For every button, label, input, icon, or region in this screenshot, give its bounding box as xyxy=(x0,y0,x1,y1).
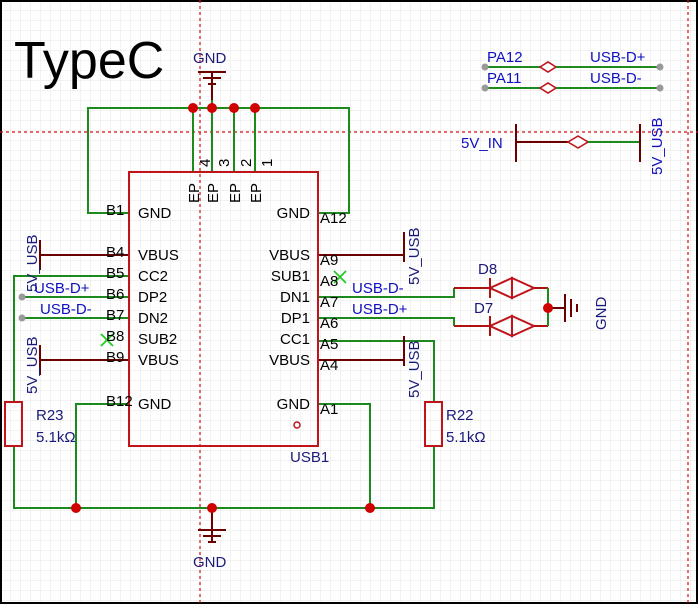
ep-pin-name-2: EP xyxy=(227,183,244,203)
pin-num-b5: B5 xyxy=(106,265,124,282)
ep-pin-name-3: EP xyxy=(205,183,222,203)
r22-designator: R22 xyxy=(446,407,474,424)
pin-num-a4: A4 xyxy=(320,357,338,374)
pin-num-b4: B4 xyxy=(106,244,124,261)
net-label-usb-dn-top: USB-D- xyxy=(590,70,642,87)
pin-num-b1: B1 xyxy=(106,202,124,219)
net-label-5v-usb-top: 5V_USB xyxy=(649,117,666,175)
pin-name-b5: CC2 xyxy=(138,268,168,285)
pin-num-a9: A9 xyxy=(320,252,338,269)
pin-num-b6: B6 xyxy=(106,286,124,303)
pin-name-b6: DP2 xyxy=(138,289,167,306)
pin-num-a12: A12 xyxy=(320,210,347,227)
ep-pin-num-1: 1 xyxy=(259,159,276,167)
pin-name-a7: DN1 xyxy=(280,289,310,306)
pin-name-b8: SUB2 xyxy=(138,331,177,348)
net-label-vbus-right-bottom: 5V_USB xyxy=(406,340,423,398)
pin-num-a6: A6 xyxy=(320,315,338,332)
pin-name-a9: VBUS xyxy=(269,247,310,264)
net-label-pa11: PA11 xyxy=(487,70,521,87)
r23-value: 5.1kΩ xyxy=(36,429,76,446)
pin-name-b7: DN2 xyxy=(138,310,168,327)
pin-name-a1: GND xyxy=(277,396,311,413)
pin-num-b7: B7 xyxy=(106,307,124,324)
net-label-usb-dp-top: USB-D+ xyxy=(590,49,646,66)
pin-num-b8: B8 xyxy=(106,328,124,345)
net-label-5v-in: 5V_IN xyxy=(461,135,503,152)
net-label-pa12: PA12 xyxy=(487,49,523,66)
schematic-svg[interactable]: TypeC PA12 USB-D+ PA11 USB-D- 5V_IN 5V_U… xyxy=(0,0,698,604)
pin-end-left-dp xyxy=(18,293,26,301)
d8-designator: D8 xyxy=(478,261,497,278)
gnd-label-top: GND xyxy=(193,50,227,67)
gnd-label-bottom: GND xyxy=(193,554,227,571)
net-label-right-dp: USB-D+ xyxy=(352,301,408,318)
gnd-label-diode: GND xyxy=(593,297,610,331)
schematic-canvas[interactable]: TypeC PA12 USB-D+ PA11 USB-D- 5V_IN 5V_U… xyxy=(0,0,698,604)
pin-num-a5: A5 xyxy=(320,336,338,353)
d7-designator: D7 xyxy=(474,300,493,317)
connector-designator: USB1 xyxy=(290,449,329,466)
r23-designator: R23 xyxy=(36,407,64,424)
pin-name-b12: GND xyxy=(138,396,172,413)
pin-num-a7: A7 xyxy=(320,294,338,311)
pin-name-a12: GND xyxy=(277,205,311,222)
pin-name-a8: SUB1 xyxy=(271,268,310,285)
ep-pin-num-4: 4 xyxy=(197,159,214,167)
ep-pin-name-4: EP xyxy=(186,183,203,203)
pin-num-b9: B9 xyxy=(106,349,124,366)
net-label-left-dn: USB-D- xyxy=(40,301,92,318)
net-label-left-dp: USB-D+ xyxy=(34,280,90,297)
pin-name-b1: GND xyxy=(138,205,172,222)
ep-pin-name-1: EP xyxy=(248,183,265,203)
r22-value: 5.1kΩ xyxy=(446,429,486,446)
pin-name-a5: CC1 xyxy=(280,331,310,348)
pin-num-b12: B12 xyxy=(106,393,133,410)
pin-num-a1: A1 xyxy=(320,401,338,418)
ep-pin-num-3: 3 xyxy=(216,159,233,167)
pin-end-left-dn xyxy=(18,314,26,322)
pin-name-b4: VBUS xyxy=(138,247,179,264)
net-label-right-dn: USB-D- xyxy=(352,280,404,297)
pin-name-a4: VBUS xyxy=(269,352,310,369)
pin-name-b9: VBUS xyxy=(138,352,179,369)
page-title: TypeC xyxy=(14,32,164,90)
pin-end-usb-dn xyxy=(656,84,664,92)
net-label-vbus-left-bottom: 5V_USB xyxy=(24,336,41,394)
pin-num-a8: A8 xyxy=(320,273,338,290)
pin-name-a6: DP1 xyxy=(281,310,310,327)
ep-pin-num-2: 2 xyxy=(238,159,255,167)
pin-end-usb-dp xyxy=(656,63,664,71)
net-label-vbus-right-top: 5V_USB xyxy=(406,227,423,285)
